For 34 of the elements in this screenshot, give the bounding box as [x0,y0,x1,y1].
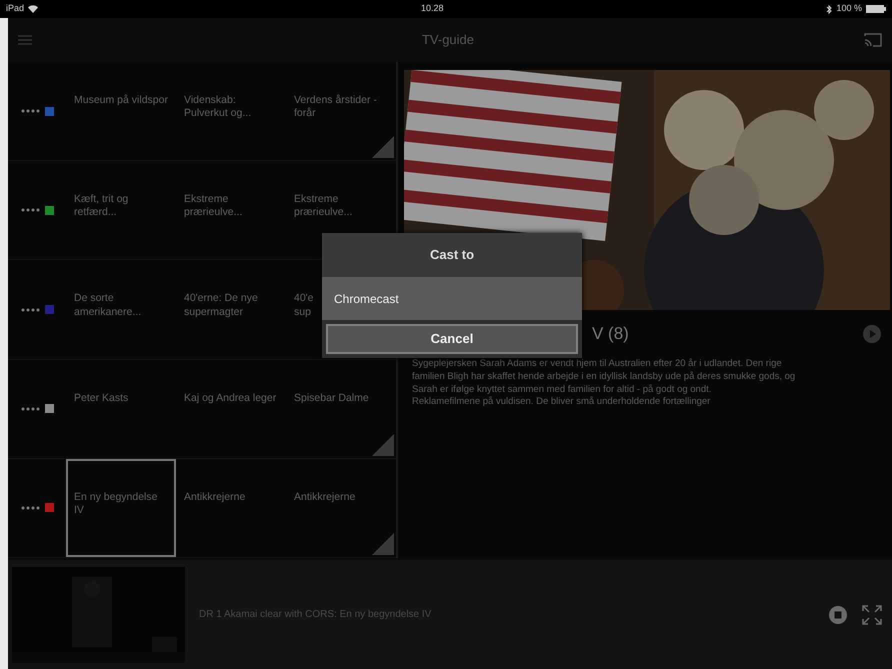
device-option[interactable]: Chromecast [322,277,582,320]
program-description: Sygeplejersken Sarah Adams er vendt hjem til Australien efter 20 år i udlandet. Den rige familien Bligh har skaffet hende arbejde i en idyllisk landsby ude på deres smukke gods, og Sarah er ifølge knyttet sammen med familien for altid - på godt og ondt. [411,358,796,396]
program-cell[interactable]: Ekstreme prærieulve... [176,161,286,260]
menu-icon[interactable] [18,35,32,45]
clock: 10.28 [420,2,444,16]
program-cell[interactable]: Peter Kasts [66,360,176,458]
program-cell[interactable]: Museum på vildspor [66,62,176,160]
cast-icon[interactable] [864,33,882,47]
screen-title: TV-guide [422,31,474,50]
cancel-button[interactable]: Cancel [326,324,578,354]
dots-icon [20,308,40,312]
play-icon[interactable] [862,324,882,344]
dots-icon [20,109,40,114]
program-cell[interactable]: Spisebar Dalme [286,360,396,458]
dots-icon [20,506,40,510]
program-description: Reklamefilmene på vuldisen. De bliver små underholdende fortællinger [411,396,712,410]
program-title: V (8) [591,323,629,346]
stop-icon[interactable] [828,604,848,624]
program-cell[interactable]: Kæft, trit og retfærd... [66,161,176,260]
dots-icon [20,406,40,411]
program-cell[interactable]: 40'erne: De nye supermagter [176,260,286,359]
fullscreen-icon[interactable] [862,604,882,624]
bluetooth-icon [826,4,832,14]
dots-icon [20,208,40,212]
device-label: iPad [6,2,24,16]
program-cell[interactable]: Antikkrejerne [176,458,286,558]
program-cell[interactable]: En ny begyndelse IV [66,458,176,558]
dialog-title: Cast to [322,233,582,277]
battery-percentage: 100 % [836,2,862,16]
program-cell[interactable]: Kaj og Andrea leger [176,360,286,458]
battery-icon [866,5,886,13]
program-cell[interactable]: Videnskab: Pulverkut og... [176,62,286,160]
program-cell[interactable]: De sorte amerikanere... [66,260,176,359]
wifi-icon [28,5,38,13]
